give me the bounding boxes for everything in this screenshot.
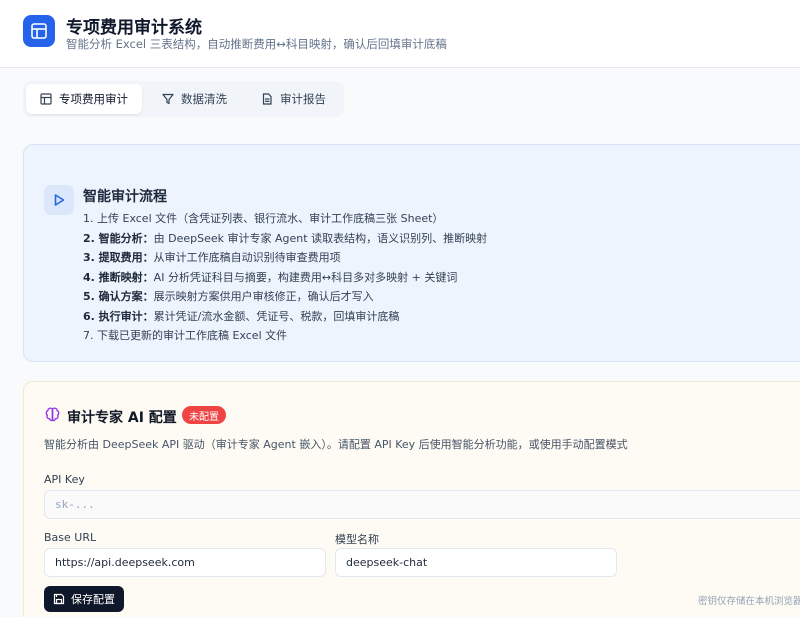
app-logo <box>23 15 55 47</box>
flow-title: 智能审计流程 <box>83 189 167 205</box>
flow-step: 1. 上传 Excel 文件（含凭证列表、银行流水、审计工作底稿三张 Sheet… <box>83 212 444 225</box>
flow-step: 2. 智能分析：由 DeepSeek 审计专家 Agent 读取表结构，语义识别… <box>83 231 488 245</box>
ai-config-card: 审计专家 AI 配置 未配置 智能分析由 DeepSeek API 驱动（审计专… <box>23 381 800 617</box>
save-config-button[interactable]: 保存配置 <box>44 586 124 612</box>
table-icon <box>40 93 52 105</box>
flow-steps: 1. 上传 Excel 文件（含凭证列表、银行流水、审计工作底稿三张 Sheet… <box>83 209 487 346</box>
flow-step: 5. 确认方案：展示映射方案供用户审核修正，确认后才写入 <box>83 290 374 303</box>
tab-label: 数据清洗 <box>181 92 227 106</box>
play-icon-box <box>44 185 74 215</box>
status-badge: 未配置 <box>182 406 226 424</box>
flow-step: 7. 下载已更新的审计工作底稿 Excel 文件 <box>83 329 288 342</box>
base-url-label: Base URL <box>44 531 97 544</box>
ai-config-title: 审计专家 AI 配置 <box>67 410 177 426</box>
brain-icon <box>45 407 60 422</box>
storage-note: 密钥仅存储在本机浏览器 <box>698 596 800 607</box>
app-subtitle: 智能分析 Excel 三表结构，自动推断费用↔科目映射，确认后回填审计底稿 <box>66 37 447 51</box>
api-key-label: API Key <box>44 473 85 486</box>
play-icon <box>54 194 65 206</box>
tab-bar: 专项费用审计 数据清洗 审计报告 <box>23 81 344 117</box>
model-name-label: 模型名称 <box>335 533 379 546</box>
base-url-input[interactable] <box>44 548 326 577</box>
flow-step: 6. 执行审计：累计凭证/流水金额、凭证号、税款，回填审计底稿 <box>83 309 400 323</box>
app-title: 专项费用审计系统 <box>66 18 202 38</box>
save-icon <box>53 593 65 605</box>
audit-flow-card: 智能审计流程 1. 上传 Excel 文件（含凭证列表、银行流水、审计工作底稿三… <box>23 144 800 362</box>
app-header: 专项费用审计系统 智能分析 Excel 三表结构，自动推断费用↔科目映射，确认后… <box>0 0 800 68</box>
model-name-input[interactable] <box>335 548 617 577</box>
tab-expense-audit[interactable]: 专项费用审计 <box>26 84 142 114</box>
flow-step: 3. 提取费用：从审计工作底稿自动识别待审查费用项 <box>83 251 341 264</box>
flow-step: 4. 推断映射：AI 分析凭证科目与摘要，构建费用↔科目多对多映射 + 关键词 <box>83 270 458 284</box>
table-icon <box>31 23 47 39</box>
tab-label: 审计报告 <box>280 92 326 106</box>
filter-icon <box>162 93 174 105</box>
document-icon <box>262 93 272 105</box>
tab-data-cleaning[interactable]: 数据清洗 <box>148 84 241 114</box>
api-key-input[interactable] <box>44 490 800 519</box>
ai-config-description: 智能分析由 DeepSeek API 驱动（审计专家 Agent 嵌入）。请配置… <box>44 438 628 451</box>
save-config-label: 保存配置 <box>71 593 115 606</box>
tab-label: 专项费用审计 <box>59 92 128 106</box>
tab-audit-report[interactable]: 审计报告 <box>247 84 340 114</box>
